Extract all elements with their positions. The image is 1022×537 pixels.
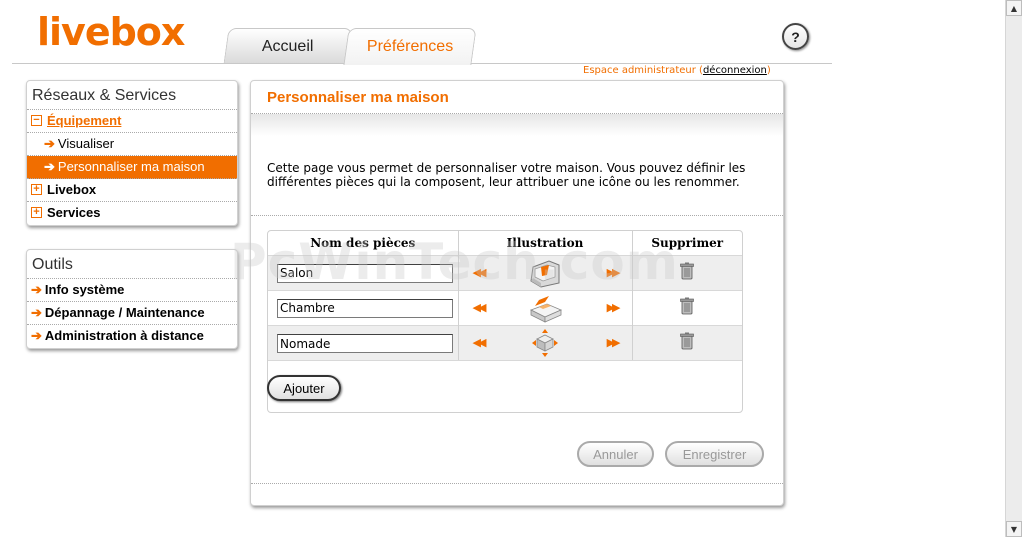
sidebar-item-label: Services [47,205,101,220]
title-band [251,114,783,136]
room-illustration-cell: ◀◀ ▶▶ [458,324,633,360]
logout-link[interactable]: déconnexion [703,65,767,76]
sidebar-item-label: Équipement [47,113,122,128]
page-description: Cette page vous permet de personnaliser … [267,161,746,189]
sidebar-networks-title: Réseaux & Services [27,81,237,110]
sidebar-tools-panel: Outils ➔ Info système ➔ Dépannage / Mainte… [26,249,238,349]
sidebar-item-label: Administration à distance [44,328,204,343]
trash-icon[interactable] [679,297,695,315]
arrow-right-icon: ➔ [31,328,42,343]
prev-icon-arrow[interactable]: ◀◀ [473,266,487,279]
sidebar-item-livebox[interactable]: + Livebox [27,179,237,202]
arrow-right-icon: ➔ [44,159,55,174]
tab-preferences-label: Préférences [366,38,454,55]
arrow-right-icon: ➔ [31,305,42,320]
room-delete-cell [632,254,742,290]
scroll-up-icon[interactable]: ▲ [1006,0,1022,16]
room-illustration-cell: ◀◀ ▶▶ [458,254,633,290]
page-title: Personnaliser ma maison [251,81,783,114]
plus-box-icon: + [31,207,42,219]
armchair-icon [530,259,560,288]
save-button[interactable]: Enregistrer [665,441,764,467]
sidebar-item-info-systeme[interactable]: ➔ Info système [27,279,237,302]
sidebar-item-visualiser[interactable]: ➔ Visualiser [27,133,237,156]
trash-icon[interactable] [679,332,695,350]
tab-accueil[interactable]: Accueil [223,28,353,64]
table-header-row: Nom des pièces Illustration Supprimer [268,231,742,255]
sidebar-item-personnaliser[interactable]: ➔ Personnaliser ma maison [27,156,237,179]
cancel-button[interactable]: Annuler [577,441,654,467]
arrow-right-icon: ➔ [44,136,55,151]
description-divider [251,215,783,216]
table-row: ◀◀ ▶▶ [268,289,742,325]
help-button[interactable]: ? [782,23,809,50]
add-room-button[interactable]: Ajouter [267,375,341,401]
bed-icon [530,295,563,323]
plus-box-icon: + [31,184,42,196]
room-delete-cell [632,289,742,325]
column-header-illustration: Illustration [458,231,633,255]
trash-icon[interactable] [679,262,695,280]
admin-space-label: Espace administrateur [583,65,696,76]
next-icon-arrow[interactable]: ▶▶ [607,266,621,279]
sidebar-item-label: Livebox [47,182,97,197]
scroll-down-icon[interactable]: ▼ [1006,521,1022,537]
sidebar-item-label: Dépannage / Maintenance [44,305,205,320]
room-name-cell [268,289,459,325]
room-delete-cell [632,324,742,360]
table-row: ◀◀ ▶▶ [268,324,742,360]
logout-paren-close: ) [766,65,771,76]
sidebar-item-services[interactable]: + Services [27,202,237,225]
vertical-scrollbar[interactable]: ▲ ▼ [1005,0,1022,537]
livebox-logo: livebox [37,10,185,54]
sidebar-networks-panel: Réseaux & Services − Équipement ➔ Visualis… [26,80,238,226]
next-icon-arrow[interactable]: ▶▶ [607,301,621,314]
bottom-divider [251,483,783,484]
main-panel: Personnaliser ma maison Cette page vous … [250,80,784,506]
minus-box-icon: − [31,115,42,127]
room-name-input-salon[interactable] [277,263,453,283]
tab-preferences[interactable]: Préférences [343,28,477,65]
prev-icon-arrow[interactable]: ◀◀ [473,336,487,349]
sidebar-item-administration[interactable]: ➔ Administration à distance [27,325,237,348]
arrow-right-icon: ➔ [31,282,42,297]
column-header-delete: Supprimer [651,235,724,250]
room-name-input-chambre[interactable] [277,298,453,318]
sidebar-item-label: Info système [44,282,125,297]
sidebar-item-depannage[interactable]: ➔ Dépannage / Maintenance [27,302,237,325]
room-name-cell [268,254,459,290]
admin-status: Espace administrateur (déconnexion) [583,65,771,76]
nomad-cube-icon [532,328,558,357]
sidebar-item-label: Personnaliser ma maison [57,159,205,174]
room-illustration-cell: ◀◀ ▶▶ [458,289,633,325]
tab-accueil-label: Accueil [262,37,314,55]
room-name-input-nomade[interactable] [277,334,453,353]
table-row: ◀◀ ▶▶ [268,254,742,290]
room-name-cell [268,324,459,360]
sidebar-tools-title: Outils [27,250,237,279]
prev-icon-arrow[interactable]: ◀◀ [473,301,487,314]
sidebar-item-label: Visualiser [57,136,115,151]
column-header-name: Nom des pièces [268,231,459,255]
sidebar-item-equipement[interactable]: − Équipement [27,110,237,133]
next-icon-arrow[interactable]: ▶▶ [607,336,621,349]
